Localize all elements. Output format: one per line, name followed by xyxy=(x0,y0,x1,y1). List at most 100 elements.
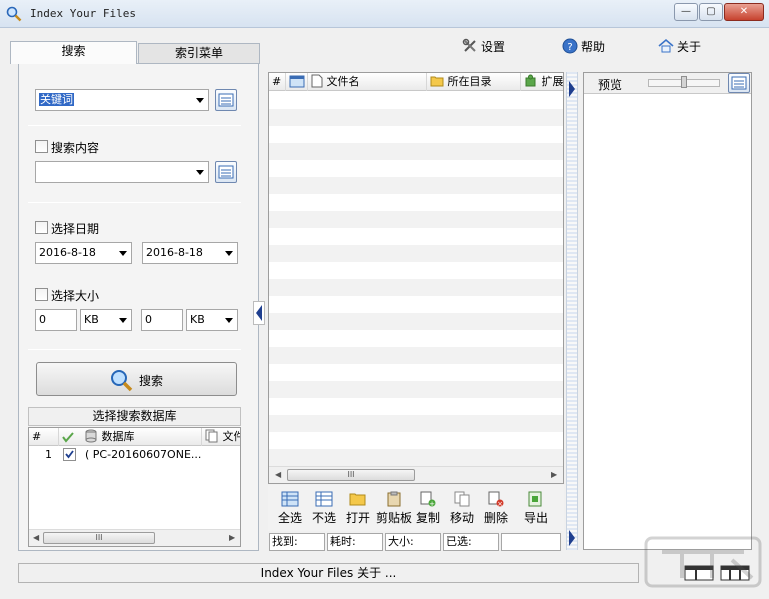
results-list-header: # 文件名 所在目录 扩展 xyxy=(269,73,563,91)
svg-text:×: × xyxy=(497,500,503,507)
results-scrollbar[interactable]: ◀ III ▶ xyxy=(269,466,563,483)
zoom-slider-thumb[interactable] xyxy=(681,76,687,88)
scroll-left-icon[interactable]: ◀ xyxy=(33,533,39,542)
size-max-unit-select[interactable]: KB xyxy=(186,309,238,331)
empty-row xyxy=(269,415,563,432)
about-label: 关于 xyxy=(677,40,702,54)
date-to-value: 2016-8-18 xyxy=(146,246,203,259)
database-grid-scrollbar[interactable]: ◀ III ▶ xyxy=(29,529,240,546)
keyword-list-button[interactable] xyxy=(215,89,237,111)
column-header-icon[interactable] xyxy=(286,73,308,91)
date-to-picker[interactable]: 2016-8-18 xyxy=(142,242,238,264)
preview-splitter[interactable] xyxy=(566,72,578,550)
watermark-logo xyxy=(642,532,764,592)
export-button[interactable]: 导出 xyxy=(520,491,552,526)
copy-button[interactable]: + 复制 xyxy=(412,491,444,526)
empty-row xyxy=(269,245,563,262)
chevron-down-icon[interactable] xyxy=(119,318,127,323)
column-header-database[interactable]: 数据库 xyxy=(81,428,202,446)
close-button[interactable]: ✕ xyxy=(724,3,764,21)
search-content-checkbox[interactable] xyxy=(35,140,48,153)
status-found: 找到: xyxy=(269,533,325,551)
empty-row xyxy=(269,296,563,313)
arrow-right-icon[interactable] xyxy=(567,529,577,547)
column-header-directory[interactable]: 所在目录 xyxy=(427,73,521,91)
arrow-right-icon[interactable] xyxy=(567,80,577,98)
open-folder-icon xyxy=(349,493,366,506)
select-date-checkbox[interactable] xyxy=(35,221,48,234)
chevron-down-icon[interactable] xyxy=(196,98,204,103)
scroll-right-icon[interactable]: ▶ xyxy=(551,470,557,479)
empty-row xyxy=(269,92,563,109)
empty-row xyxy=(269,143,563,160)
clipboard-button[interactable]: 剪贴板 xyxy=(376,491,412,526)
puzzle-icon xyxy=(525,74,536,87)
divider xyxy=(28,202,241,203)
scroll-left-icon[interactable]: ◀ xyxy=(275,470,281,479)
tools-icon xyxy=(462,38,476,52)
list-icon xyxy=(218,165,234,179)
column-header-file[interactable]: 文件 xyxy=(202,428,240,446)
results-list[interactable]: # 文件名 所在目录 扩展 ◀ III ▶ xyxy=(268,72,564,484)
move-button[interactable]: 移动 xyxy=(446,491,478,526)
scroll-right-icon[interactable]: ▶ xyxy=(229,533,235,542)
date-from-picker[interactable]: 2016-8-18 xyxy=(35,242,132,264)
content-combo[interactable] xyxy=(35,161,209,183)
size-min-unit-select[interactable]: KB xyxy=(80,309,132,331)
scrollbar-thumb[interactable]: III xyxy=(287,469,415,481)
database-icon xyxy=(85,429,97,443)
about-link[interactable]: 关于 xyxy=(658,38,701,54)
row-checkbox[interactable] xyxy=(63,448,76,461)
preview-options-button[interactable] xyxy=(728,73,750,93)
delete-icon: × xyxy=(488,491,504,507)
date-from-value: 2016-8-18 xyxy=(39,246,96,259)
tab-index-menu[interactable]: 索引菜单 xyxy=(138,43,260,64)
maximize-button[interactable]: ▢ xyxy=(699,3,723,21)
row-number: 1 xyxy=(45,448,52,461)
minimize-button[interactable]: — xyxy=(674,3,698,21)
search-button[interactable]: 搜索 xyxy=(36,362,237,396)
size-min-input[interactable]: 0 xyxy=(35,309,77,331)
help-icon: ? xyxy=(562,38,578,54)
content-list-button[interactable] xyxy=(215,161,237,183)
column-header-filename[interactable]: 文件名 xyxy=(308,73,427,91)
scrollbar-thumb[interactable]: III xyxy=(43,532,155,544)
settings-link[interactable]: 设置 xyxy=(462,38,505,54)
column-header-number[interactable]: # xyxy=(29,428,59,446)
select-none-button[interactable]: 不选 xyxy=(308,491,340,526)
tab-search[interactable]: 搜索 xyxy=(10,41,137,64)
empty-row xyxy=(269,126,563,143)
checkmark-icon xyxy=(62,432,74,443)
delete-button[interactable]: × 删除 xyxy=(480,491,512,526)
table-row[interactable]: 1 ( PC-20160607ONE... xyxy=(29,446,240,464)
empty-row xyxy=(269,177,563,194)
chevron-down-icon[interactable] xyxy=(225,251,233,256)
action-toolbar: 全选 不选 打开 剪贴板 + 复制 移动 × 删除 导出 xyxy=(268,485,564,531)
size-max-input[interactable]: 0 xyxy=(141,309,183,331)
collapse-left-panel-button[interactable] xyxy=(253,301,265,325)
empty-row xyxy=(269,330,563,347)
column-header-extension[interactable]: 扩展 xyxy=(521,73,563,91)
chevron-down-icon[interactable] xyxy=(225,318,233,323)
column-header-check[interactable] xyxy=(59,428,79,446)
chevron-down-icon[interactable] xyxy=(196,170,204,175)
about-status-bar[interactable]: Index Your Files 关于 ... xyxy=(18,563,639,583)
column-header-number[interactable]: # xyxy=(269,73,286,91)
open-button[interactable]: 打开 xyxy=(342,491,374,526)
empty-row xyxy=(269,364,563,381)
title-bar[interactable]: Index Your Files — ▢ ✕ xyxy=(0,0,769,28)
chevron-down-icon[interactable] xyxy=(119,251,127,256)
size-max-unit-value: KB xyxy=(190,313,205,326)
file-icon xyxy=(311,74,323,88)
list-icon xyxy=(218,93,234,107)
divider xyxy=(28,349,241,350)
help-link[interactable]: ? 帮助 xyxy=(562,38,605,54)
move-icon xyxy=(454,491,470,507)
select-size-checkbox[interactable] xyxy=(35,288,48,301)
database-grid-header: # 数据库 文件 xyxy=(29,428,240,446)
empty-row xyxy=(269,279,563,296)
empty-row xyxy=(269,381,563,398)
select-size-label: 选择大小 xyxy=(51,289,100,303)
keyword-combo[interactable]: 关键词 xyxy=(35,89,209,111)
select-all-button[interactable]: 全选 xyxy=(274,491,306,526)
